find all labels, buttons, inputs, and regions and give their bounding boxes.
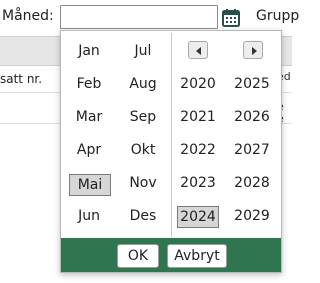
triangle-left-icon [196,47,201,55]
calendar-icon[interactable] [220,7,242,29]
month-apr[interactable]: Apr [69,139,109,161]
month-picker-popup: Jan Feb Mar Apr Mai Jun Jul Aug Sep Okt … [60,30,282,273]
month-aug[interactable]: Aug [123,73,163,95]
ok-button[interactable]: OK [117,244,159,268]
month-mai[interactable]: Mai [69,174,111,196]
triangle-right-icon [252,47,257,55]
prev-years-button[interactable] [188,41,208,59]
year-2028[interactable]: 2028 [229,172,275,194]
month-input[interactable] [60,5,218,29]
cancel-button[interactable]: Avbryt [167,244,227,268]
month-feb[interactable]: Feb [69,73,109,95]
year-2023[interactable]: 2023 [175,172,221,194]
year-2027[interactable]: 2027 [229,139,275,161]
month-sep[interactable]: Sep [123,106,163,128]
year-2021[interactable]: 2021 [175,106,221,128]
month-nov[interactable]: Nov [123,172,163,194]
year-2029[interactable]: 2029 [229,205,275,227]
month-des[interactable]: Des [123,205,163,227]
group-label: Grupp [256,8,300,24]
year-2020[interactable]: 2020 [175,73,221,95]
month-mar[interactable]: Mar [69,106,109,128]
month-jan[interactable]: Jan [69,40,109,62]
month-label: Måned: [2,8,54,24]
column-header: satt nr. [0,72,43,86]
year-2025[interactable]: 2025 [229,73,275,95]
picker-divider [171,33,172,237]
next-years-button[interactable] [243,41,263,59]
month-jun[interactable]: Jun [69,205,109,227]
year-2022[interactable]: 2022 [175,139,221,161]
year-2026[interactable]: 2026 [229,106,275,128]
picker-footer: OK Avbryt [61,238,281,272]
year-2024[interactable]: 2024 [177,206,219,228]
month-jul[interactable]: Jul [123,40,163,62]
month-okt[interactable]: Okt [123,139,163,161]
